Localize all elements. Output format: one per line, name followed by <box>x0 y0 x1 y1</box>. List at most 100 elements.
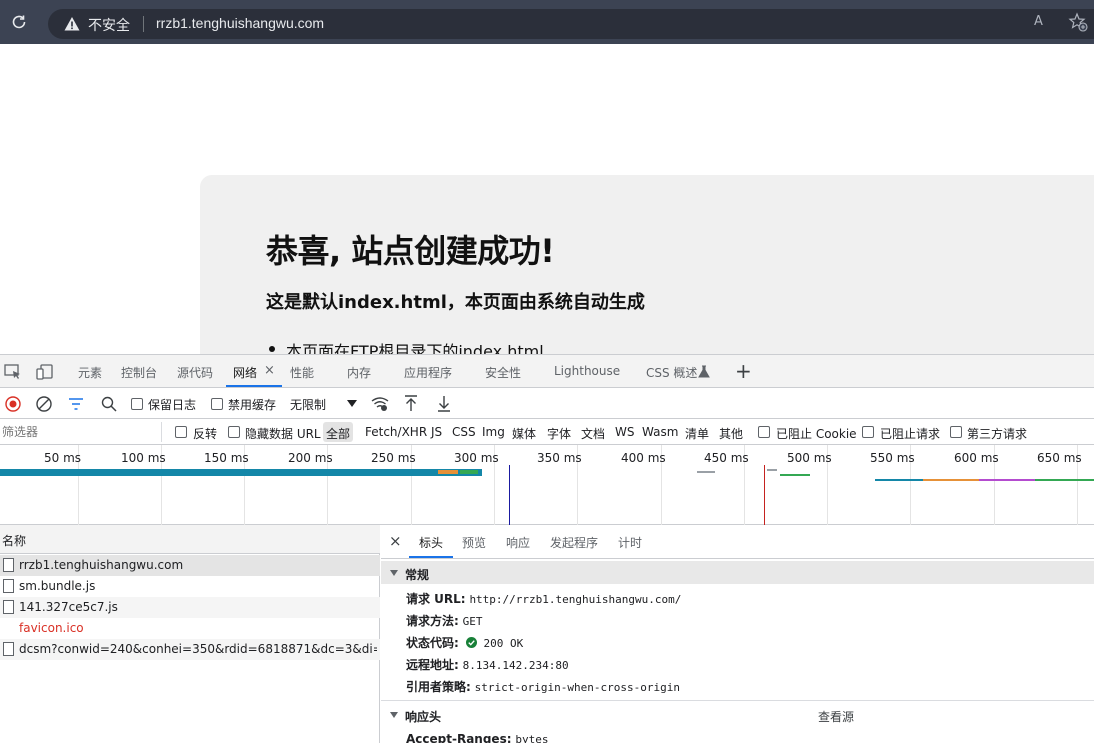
blocked-cookies-label: 已阻止 Cookie <box>776 427 857 441</box>
header-value: 8.134.142.234:80 <box>462 659 569 672</box>
tick-label: 300 ms <box>454 451 499 465</box>
tab-response[interactable]: 响应 <box>506 534 530 551</box>
tab-console[interactable]: 控制台 <box>121 364 157 381</box>
header-value: http://rrzb1.tenghuishangwu.com/ <box>469 593 682 606</box>
download-icon[interactable] <box>437 395 451 412</box>
tab-timing[interactable]: 计时 <box>618 534 642 551</box>
tick-label: 150 ms <box>204 451 249 465</box>
type-filter-wasm[interactable]: Wasm <box>642 425 678 439</box>
tab-lighthouse[interactable]: Lighthouse <box>554 364 620 378</box>
tab-performance[interactable]: 性能 <box>290 364 314 381</box>
tick-label: 250 ms <box>371 451 416 465</box>
request-row[interactable]: rrzb1.tenghuishangwu.com <box>0 555 380 576</box>
request-row[interactable]: sm.bundle.js <box>0 576 380 597</box>
timeline-bar-request <box>923 479 979 481</box>
tab-initiator[interactable]: 发起程序 <box>550 534 598 551</box>
blocked-requests-checkbox[interactable] <box>862 426 874 438</box>
add-tab-button[interactable]: + <box>735 359 752 383</box>
warning-icon[interactable] <box>64 16 80 32</box>
type-filter-font[interactable]: 字体 <box>547 425 571 442</box>
type-filter-css[interactable]: CSS <box>452 425 476 439</box>
header-referrer-policy: 引用者策略: strict-origin-when-cross-origin <box>406 678 680 695</box>
upload-icon[interactable] <box>404 395 418 412</box>
experiment-flask-icon <box>698 365 710 378</box>
request-details: × 标头 预览 响应 发起程序 计时 常规 请求 URL: http://rrz… <box>381 525 1094 743</box>
type-filter-doc[interactable]: 文档 <box>581 425 605 442</box>
third-party-checkbox[interactable] <box>950 426 962 438</box>
network-conditions-icon[interactable] <box>371 396 389 412</box>
disable-cache-checkbox[interactable] <box>211 398 223 410</box>
type-filter-img[interactable]: Img <box>482 425 505 439</box>
type-filter-all[interactable]: 全部 <box>326 425 350 442</box>
request-row[interactable]: dcsm?conwid=240&conhei=350&rdid=6818871&… <box>0 639 380 660</box>
tick-label: 500 ms <box>787 451 832 465</box>
omnibox-divider <box>143 16 144 32</box>
type-filter-ws[interactable]: WS <box>615 425 634 439</box>
tab-headers[interactable]: 标头 <box>419 534 443 551</box>
header-value: 200 OK <box>483 637 524 650</box>
type-filter-js[interactable]: JS <box>431 425 442 439</box>
document-icon <box>3 558 14 572</box>
throttle-select[interactable]: 无限制 <box>290 396 326 413</box>
tab-sources[interactable]: 源代码 <box>177 364 213 381</box>
type-filter-manifest[interactable]: 清单 <box>685 425 709 442</box>
request-row[interactable]: favicon.ico <box>0 618 380 639</box>
tab-network[interactable]: 网络 <box>233 364 257 381</box>
close-details-icon[interactable]: × <box>389 532 402 550</box>
view-source-link[interactable]: 查看源 <box>818 708 854 725</box>
tab-application[interactable]: 应用程序 <box>404 364 452 381</box>
section-title: 响应头 <box>405 710 442 724</box>
filter-input[interactable] <box>0 422 162 442</box>
read-aloud-icon[interactable]: A <box>1034 14 1043 29</box>
tick-label: 550 ms <box>870 451 915 465</box>
script-file-icon <box>3 600 14 614</box>
hide-data-urls-checkbox[interactable] <box>228 426 240 438</box>
tick-label: 50 ms <box>44 451 82 465</box>
third-party-label: 第三方请求 <box>967 427 1028 441</box>
reload-icon[interactable] <box>10 13 28 31</box>
search-icon[interactable] <box>101 396 117 412</box>
page-title: 恭喜, 站点创建成功! <box>266 232 555 270</box>
tab-preview[interactable]: 预览 <box>462 534 486 551</box>
add-favorite-icon[interactable] <box>1068 12 1088 32</box>
header-value: GET <box>462 615 483 628</box>
request-list: 名称 rrzb1.tenghuishangwu.com sm.bundle.js… <box>0 525 380 743</box>
timeline-bar-request <box>1035 479 1094 481</box>
tab-css-overview[interactable]: CSS 概述 <box>646 364 697 381</box>
timeline-bar-request <box>979 479 1035 481</box>
header-request-method: 请求方法: GET <box>406 612 483 629</box>
load-marker <box>764 465 765 525</box>
request-row[interactable]: 141.327ce5c7.js <box>0 597 380 618</box>
collapse-triangle-icon <box>390 570 398 576</box>
invert-label: 反转 <box>193 427 218 441</box>
request-name: rrzb1.tenghuishangwu.com <box>19 558 184 572</box>
clear-icon[interactable] <box>36 396 52 412</box>
url-text[interactable]: rrzb1.tenghuishangwu.com <box>156 15 324 31</box>
tick-label: 100 ms <box>121 451 166 465</box>
script-file-icon <box>3 579 14 593</box>
tab-memory[interactable]: 内存 <box>347 364 371 381</box>
network-overview-timeline[interactable]: 50 ms 100 ms 150 ms 200 ms 250 ms 300 ms… <box>0 445 1094 525</box>
section-response-headers-header[interactable]: 响应头 查看源 <box>381 703 1094 726</box>
invert-checkbox[interactable] <box>175 426 187 438</box>
device-toolbar-icon[interactable] <box>36 364 54 380</box>
tab-elements[interactable]: 元素 <box>78 364 102 381</box>
timeline-bar-request <box>697 471 715 473</box>
address-bar[interactable]: 不安全 rrzb1.tenghuishangwu.com <box>48 9 1094 39</box>
timeline-bar-request <box>780 474 810 476</box>
type-filter-media[interactable]: 媒体 <box>512 425 536 442</box>
inspect-element-icon[interactable] <box>4 364 22 380</box>
type-filter-other[interactable]: 其他 <box>719 425 743 442</box>
preserve-log-checkbox[interactable] <box>131 398 143 410</box>
blocked-cookies-checkbox[interactable] <box>758 426 770 438</box>
chevron-down-icon[interactable] <box>347 400 357 408</box>
tab-network-close[interactable]: × <box>264 363 275 378</box>
filter-icon[interactable] <box>68 397 84 411</box>
type-filter-fetch-xhr[interactable]: Fetch/XHR <box>365 425 427 439</box>
tab-security[interactable]: 安全性 <box>485 364 521 381</box>
section-general-header[interactable]: 常规 <box>381 561 1094 584</box>
record-stop-icon[interactable] <box>5 396 21 412</box>
security-label[interactable]: 不安全 <box>88 15 130 35</box>
header-key: 请求方法: <box>406 614 459 628</box>
column-header-name[interactable]: 名称 <box>0 525 380 554</box>
